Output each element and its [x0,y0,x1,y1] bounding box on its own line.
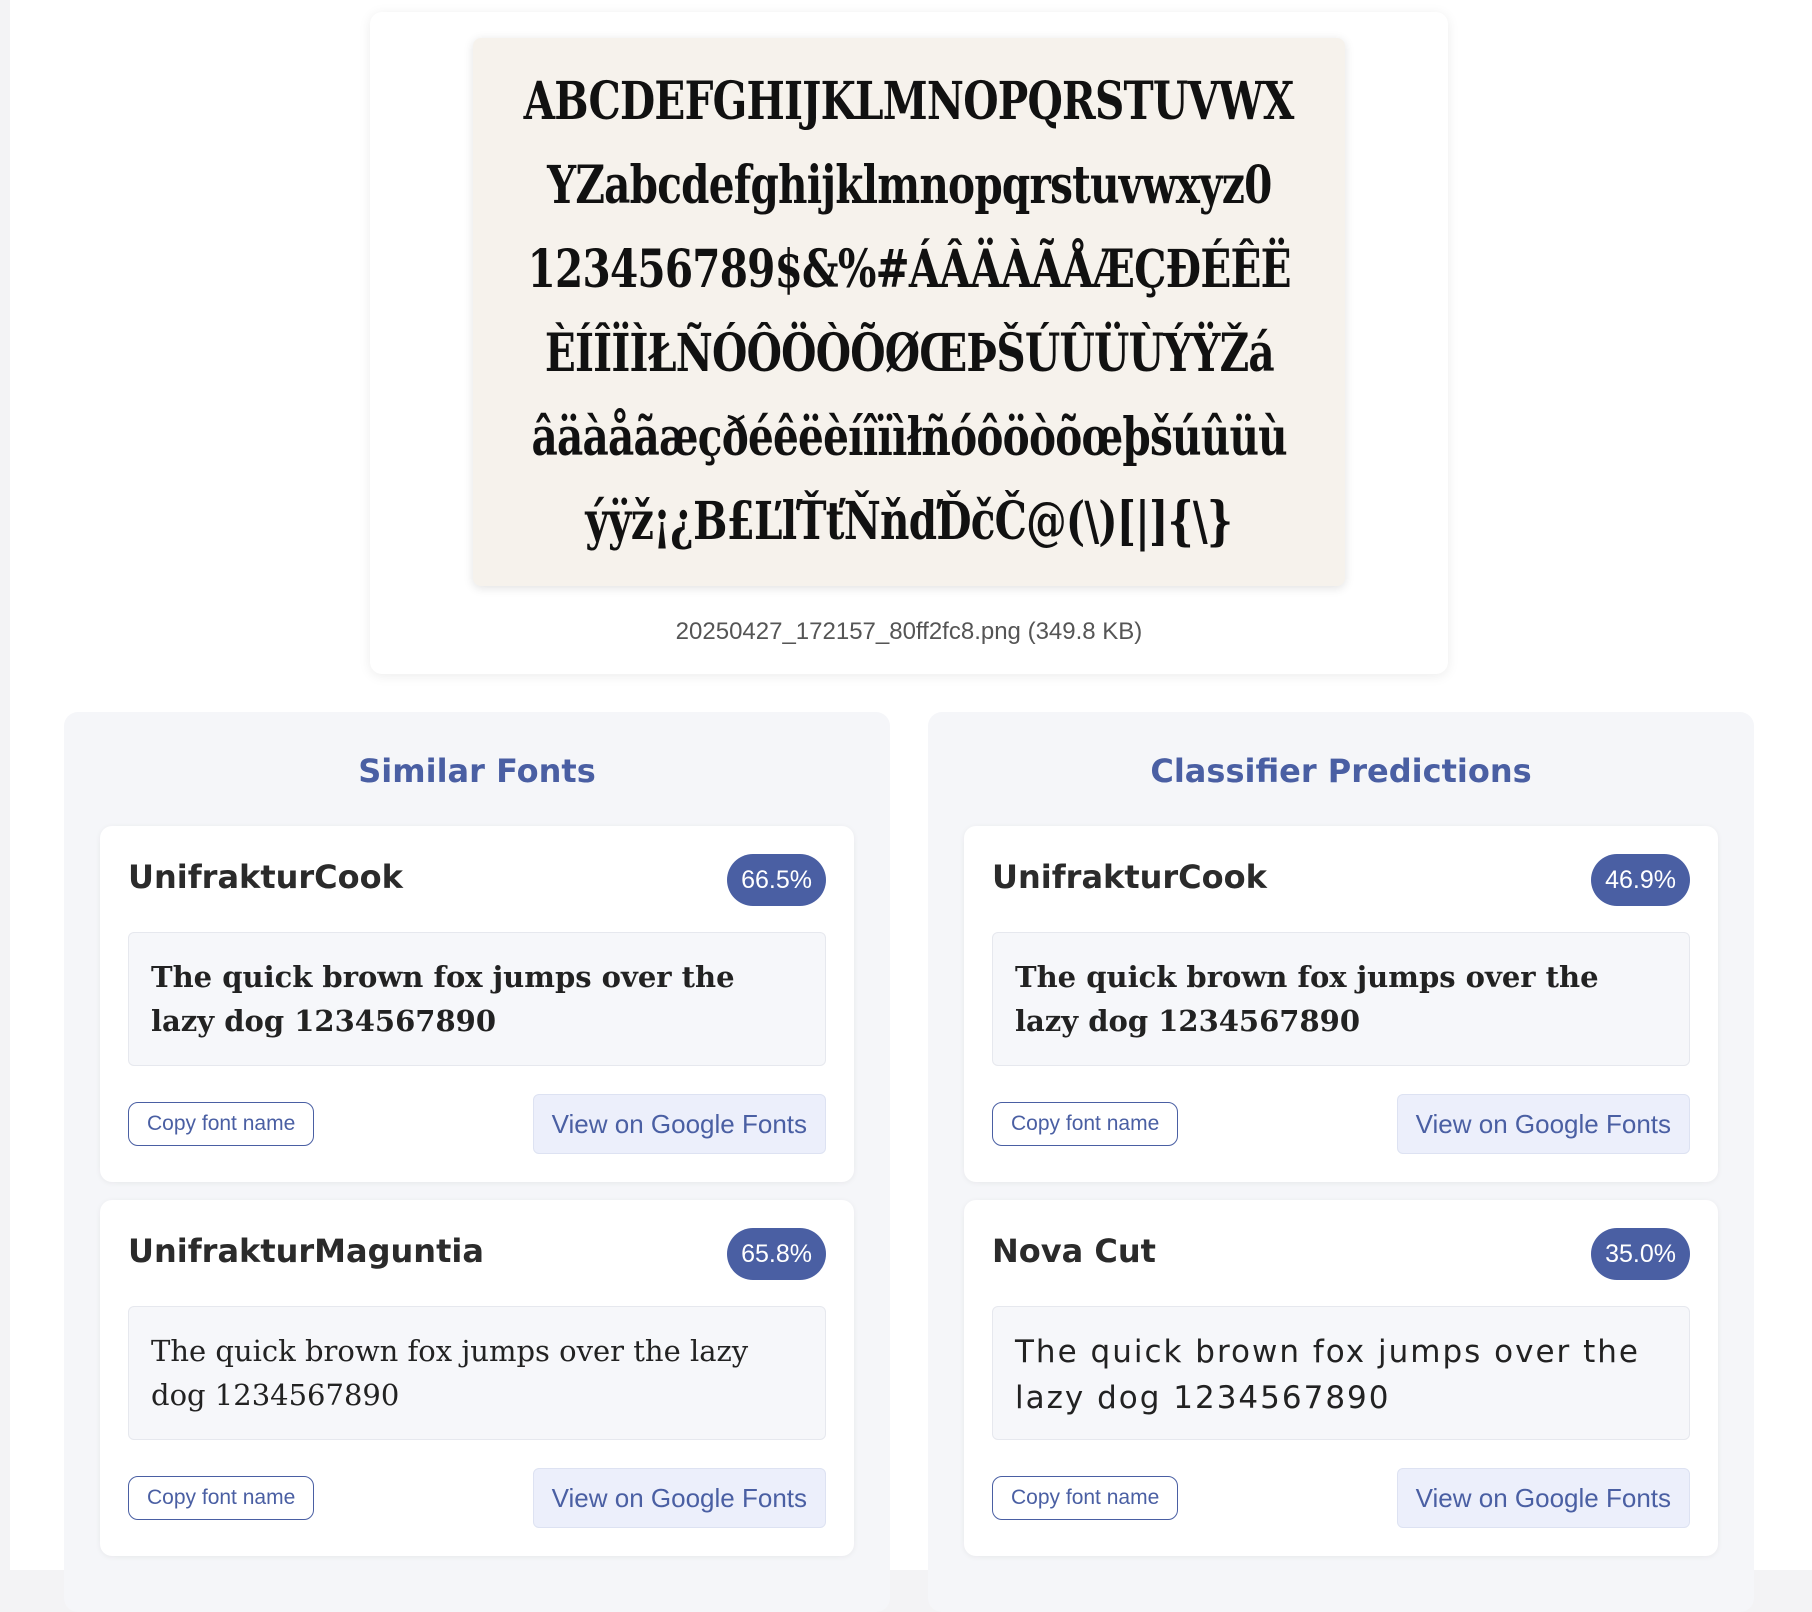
font-card: UnifrakturCook 66.5% The quick brown fox… [100,826,854,1182]
copy-font-name-button[interactable]: Copy font name [128,1476,315,1520]
specimen-line: ÈÍÎÏÌŁÑÓÔÖÒÕØŒÞŠÚÛÜÙÝŸŽá [544,323,1274,384]
copy-font-name-button[interactable]: Copy font name [992,1102,1179,1146]
copy-font-name-button[interactable]: Copy font name [128,1102,315,1146]
view-on-google-fonts-button[interactable]: View on Google Fonts [532,1094,826,1154]
score-badge: 65.8% [727,1228,826,1280]
score-badge: 46.9% [1591,854,1690,906]
score-badge: 66.5% [727,854,826,906]
font-name: UnifrakturMaguntia [128,1232,484,1270]
font-card: Nova Cut 35.0% The quick brown fox jumps… [964,1200,1718,1556]
similar-fonts-panel: Similar Fonts UnifrakturCook 66.5% The q… [64,712,890,1612]
page: ABCDEFGHIJKLMNOPQRSTUVWX YZabcdefghijklm… [10,0,1812,1612]
specimen-line: YZabcdefghijklmnopqrstuvwxyz0 [546,155,1272,216]
specimen-line: 123456789$&%#ÁÂÄÀÃÅÆÇÐÉÊË [527,239,1291,300]
specimen-line: âäàåãæçðéêëèíîïìłñóôöòõœþšúûüù [531,407,1287,468]
font-sample-text: The quick brown fox jumps over the lazy … [151,1334,749,1412]
font-sample-box: The quick brown fox jumps over the lazy … [128,932,826,1066]
view-on-google-fonts-button[interactable]: View on Google Fonts [1396,1468,1690,1528]
font-sample-box: The quick brown fox jumps over the lazy … [128,1306,826,1440]
specimen-line: ABCDEFGHIJKLMNOPQRSTUVWX [523,71,1295,132]
view-on-google-fonts-button[interactable]: View on Google Fonts [532,1468,826,1528]
panel-title: Similar Fonts [358,752,596,790]
specimen-line: ýÿž¡¿B£ĽľŤťŇňďĎčČ@(\)[|]{\} [585,491,1234,552]
font-name: UnifrakturCook [128,858,403,896]
font-card: UnifrakturMaguntia 65.8% The quick brown… [100,1200,854,1556]
font-name: Nova Cut [992,1232,1156,1270]
classifier-predictions-panel: Classifier Predictions UnifrakturCook 46… [928,712,1754,1612]
view-on-google-fonts-button[interactable]: View on Google Fonts [1396,1094,1690,1154]
image-preview-card: ABCDEFGHIJKLMNOPQRSTUVWX YZabcdefghijklm… [370,12,1448,674]
font-name: UnifrakturCook [992,858,1267,896]
copy-font-name-button[interactable]: Copy font name [992,1476,1179,1520]
score-badge: 35.0% [1591,1228,1690,1280]
font-card: UnifrakturCook 46.9% The quick brown fox… [964,826,1718,1182]
font-sample-box: The quick brown fox jumps over the lazy … [992,932,1690,1066]
font-sample-box: The quick brown fox jumps over the lazy … [992,1306,1690,1440]
file-caption: 20250427_172157_80ff2fc8.png (349.8 KB) [675,618,1143,645]
panel-title: Classifier Predictions [1150,752,1532,790]
font-specimen-image: ABCDEFGHIJKLMNOPQRSTUVWX YZabcdefghijklm… [473,38,1345,586]
font-sample-text: The quick brown fox jumps over the lazy … [151,960,735,1038]
font-sample-text: The quick brown fox jumps over the lazy … [1015,960,1599,1038]
font-sample-text: The quick brown fox jumps over the lazy … [1015,1334,1640,1416]
